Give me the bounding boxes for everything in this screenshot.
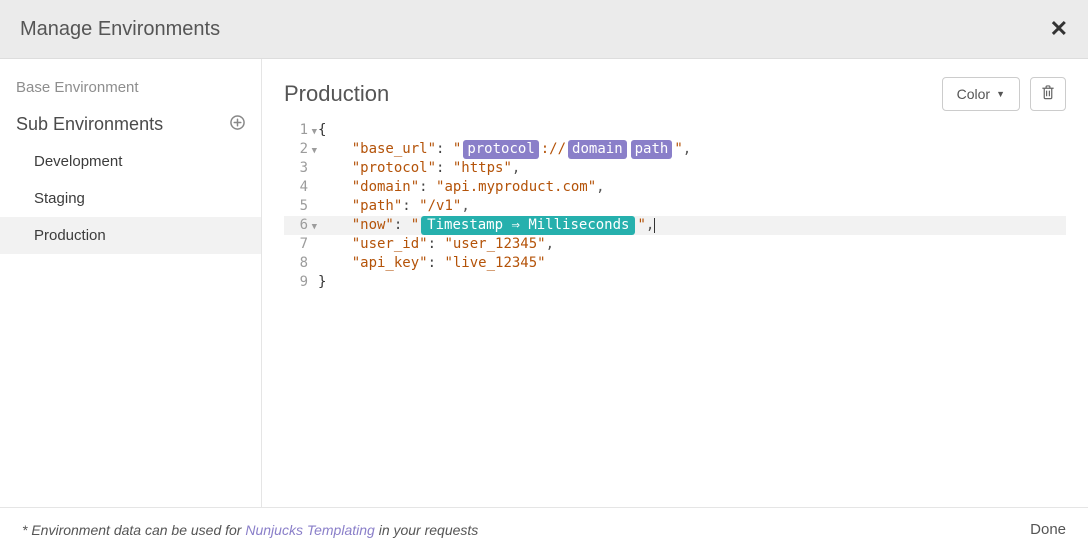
sub-environments-label: Sub Environments <box>16 114 163 135</box>
editor-line: 7 "user_id": "user_12345", <box>284 235 1066 254</box>
color-button-label: Color <box>957 86 990 102</box>
editor-line: 8 "api_key": "live_12345" <box>284 254 1066 273</box>
done-button[interactable]: Done <box>1030 521 1066 538</box>
sidebar-item-development[interactable]: Development <box>0 143 261 180</box>
trash-icon <box>1041 85 1055 103</box>
dialog-title: Manage Environments <box>20 18 220 41</box>
dialog-header: Manage Environments ✕ <box>0 0 1088 59</box>
template-tag-domain[interactable]: domain <box>568 140 627 159</box>
gutter: 3 <box>284 159 318 178</box>
gutter: 9 <box>284 273 318 292</box>
template-tag-protocol[interactable]: protocol <box>463 140 538 159</box>
text-cursor <box>654 218 655 233</box>
gutter: 1▼ <box>284 121 318 140</box>
editor-line: 4 "domain": "api.myproduct.com", <box>284 178 1066 197</box>
sidebar-item-production[interactable]: Production <box>0 217 261 254</box>
delete-button[interactable] <box>1030 77 1066 111</box>
editor-line: 3 "protocol": "https", <box>284 159 1066 178</box>
sidebar: Base Environment Sub Environments Develo… <box>0 59 262 507</box>
footer-hint: * Environment data can be used for Nunju… <box>22 522 478 538</box>
base-environment-item[interactable]: Base Environment <box>0 79 261 114</box>
gutter: 2▼ <box>284 140 318 159</box>
environment-title: Production <box>284 81 389 107</box>
editor-line-active: 6▼ "now": "Timestamp ⇒ Milliseconds", <box>284 216 1066 235</box>
action-buttons: Color ▼ <box>942 77 1066 111</box>
code-editor[interactable]: 1▼ { 2▼ "base_url": "protocol://domainpa… <box>284 121 1066 292</box>
gutter: 7 <box>284 235 318 254</box>
sub-environments-header: Sub Environments <box>0 114 261 143</box>
editor-line: 9 } <box>284 273 1066 292</box>
main-area: Base Environment Sub Environments Develo… <box>0 59 1088 507</box>
editor-line: 5 "path": "/v1", <box>284 197 1066 216</box>
template-tag-timestamp[interactable]: Timestamp ⇒ Milliseconds <box>421 216 635 235</box>
gutter: 6▼ <box>284 216 318 235</box>
dialog-footer: * Environment data can be used for Nunju… <box>0 507 1088 551</box>
chevron-down-icon: ▼ <box>996 89 1005 99</box>
nunjucks-link[interactable]: Nunjucks Templating <box>245 522 374 538</box>
sidebar-item-staging[interactable]: Staging <box>0 180 261 217</box>
color-button[interactable]: Color ▼ <box>942 77 1020 111</box>
environment-list: Development Staging Production <box>0 143 261 254</box>
gutter: 4 <box>284 178 318 197</box>
editor-line: 1▼ { <box>284 121 1066 140</box>
content-area: Production Color ▼ 1▼ { 2▼ <box>262 59 1088 507</box>
gutter: 8 <box>284 254 318 273</box>
gutter: 5 <box>284 197 318 216</box>
content-header: Production Color ▼ <box>284 77 1066 111</box>
close-icon[interactable]: ✕ <box>1050 16 1068 42</box>
editor-line: 2▼ "base_url": "protocol://domainpath", <box>284 140 1066 159</box>
add-environment-icon[interactable] <box>230 115 245 135</box>
template-tag-path[interactable]: path <box>631 140 673 159</box>
